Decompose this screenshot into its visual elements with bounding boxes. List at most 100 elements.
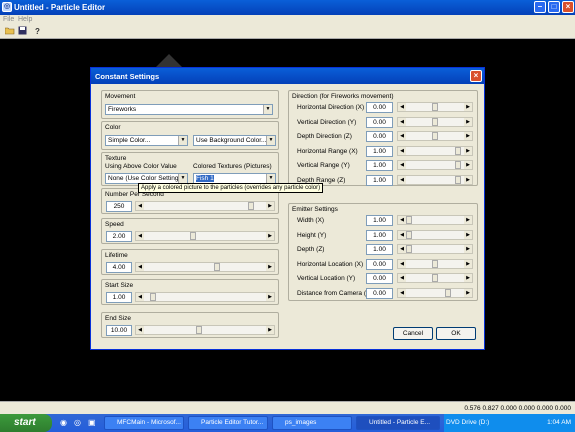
help-icon[interactable]: ?	[32, 26, 43, 37]
save-icon[interactable]	[17, 26, 28, 37]
cancel-button[interactable]: Cancel	[393, 327, 433, 340]
arrow-right-icon[interactable]: ▶	[464, 288, 472, 297]
slider-thumb[interactable]	[455, 175, 462, 184]
slider-thumb[interactable]	[432, 117, 438, 126]
slider-thumb[interactable]	[196, 326, 203, 334]
direction-row-slider[interactable]: ◀ ▶	[397, 174, 473, 185]
lifetime-slider[interactable]: ◀ ▶	[135, 262, 275, 272]
emitter-row-field[interactable]: 1.00	[366, 215, 393, 226]
quick-launch-icon[interactable]: ◉	[60, 418, 67, 427]
arrow-left-icon[interactable]: ◀	[136, 202, 144, 210]
dialog-close-button[interactable]: ×	[470, 70, 482, 82]
emitter-row-slider[interactable]: ◀ ▶	[397, 244, 473, 254]
emitter-row-slider[interactable]: ◀ ▶	[397, 215, 473, 225]
emitter-row-field[interactable]: 1.00	[366, 244, 393, 255]
arrow-right-icon[interactable]: ▶	[464, 117, 472, 126]
taskbar-item[interactable]: MFCMain - Microsof...	[104, 416, 184, 430]
end-size-slider[interactable]: ◀ ▶	[135, 325, 275, 335]
arrow-left-icon[interactable]: ◀	[136, 326, 144, 334]
arrow-left-icon[interactable]: ◀	[136, 232, 144, 240]
direction-row-field[interactable]: 0.00	[366, 116, 393, 128]
end-size-field[interactable]: 10.00	[106, 325, 132, 336]
color-select[interactable]: Simple Color... ▼	[105, 135, 188, 146]
lifetime-field[interactable]: 4.00	[106, 262, 132, 273]
quick-launch-icon[interactable]: ▣	[88, 418, 96, 427]
minimize-button[interactable]: –	[534, 1, 546, 13]
arrow-right-icon[interactable]: ▶	[464, 161, 472, 169]
slider-thumb[interactable]	[455, 146, 462, 155]
slider-thumb[interactable]	[190, 232, 197, 240]
slider-thumb[interactable]	[432, 259, 438, 268]
arrow-right-icon[interactable]: ▶	[464, 274, 472, 282]
arrow-left-icon[interactable]: ◀	[398, 132, 406, 140]
arrow-left-icon[interactable]: ◀	[398, 146, 406, 155]
slider-thumb[interactable]	[432, 132, 438, 140]
open-icon[interactable]	[4, 26, 15, 37]
direction-row-slider[interactable]: ◀ ▶	[397, 131, 473, 141]
arrow-right-icon[interactable]: ▶	[464, 259, 472, 268]
emitter-row-field[interactable]: 0.00	[366, 273, 393, 284]
emitter-row-field[interactable]: 0.00	[366, 287, 393, 299]
speed-slider[interactable]: ◀ ▶	[135, 231, 275, 241]
arrow-right-icon[interactable]: ▶	[464, 132, 472, 140]
start-button[interactable]: start	[0, 414, 52, 432]
direction-row-field[interactable]: 1.00	[366, 174, 393, 186]
emitter-row-slider[interactable]: ◀ ▶	[397, 273, 473, 283]
slider-thumb[interactable]	[455, 161, 462, 169]
taskbar-item[interactable]: ps_images	[272, 416, 352, 430]
slider-thumb[interactable]	[406, 245, 412, 253]
arrow-right-icon[interactable]: ▶	[464, 230, 472, 239]
arrow-right-icon[interactable]: ▶	[266, 293, 274, 301]
arrow-left-icon[interactable]: ◀	[136, 263, 144, 271]
start-size-field[interactable]: 1.00	[106, 292, 132, 303]
arrow-left-icon[interactable]: ◀	[398, 245, 406, 253]
direction-row-field[interactable]: 1.00	[366, 160, 393, 171]
maximize-button[interactable]: □	[548, 1, 560, 13]
arrow-right-icon[interactable]: ▶	[464, 175, 472, 184]
direction-row-slider[interactable]: ◀ ▶	[397, 116, 473, 127]
arrow-left-icon[interactable]: ◀	[398, 230, 406, 239]
slider-thumb[interactable]	[432, 103, 438, 111]
slider-thumb[interactable]	[149, 293, 156, 301]
menu-help[interactable]: Help	[18, 16, 32, 23]
arrow-left-icon[interactable]: ◀	[398, 216, 406, 224]
slider-thumb[interactable]	[432, 274, 438, 282]
direction-row-slider[interactable]: ◀ ▶	[397, 145, 473, 156]
arrow-left-icon[interactable]: ◀	[136, 293, 144, 301]
arrow-right-icon[interactable]: ▶	[266, 202, 274, 210]
arrow-left-icon[interactable]: ◀	[398, 103, 406, 111]
taskbar-item-active[interactable]: Untitled - Particle E...	[356, 416, 440, 430]
arrow-right-icon[interactable]: ▶	[464, 245, 472, 253]
quick-launch-icon[interactable]: ◎	[74, 418, 81, 427]
emitter-row-slider[interactable]: ◀ ▶	[397, 229, 473, 240]
emitter-row-field[interactable]: 1.00	[366, 229, 393, 241]
direction-row-slider[interactable]: ◀ ▶	[397, 160, 473, 170]
arrow-left-icon[interactable]: ◀	[398, 175, 406, 184]
slider-thumb[interactable]	[406, 216, 412, 224]
arrow-left-icon[interactable]: ◀	[398, 288, 406, 297]
slider-thumb[interactable]	[248, 202, 255, 210]
arrow-left-icon[interactable]: ◀	[398, 274, 406, 282]
arrow-right-icon[interactable]: ▶	[464, 216, 472, 224]
number-per-second-field[interactable]: 250	[106, 201, 132, 212]
movement-select[interactable]: Fireworks ▼	[105, 104, 273, 115]
emitter-row-slider[interactable]: ◀ ▶	[397, 258, 473, 269]
arrow-left-icon[interactable]: ◀	[398, 117, 406, 126]
direction-row-field[interactable]: 1.00	[366, 145, 393, 157]
emitter-row-field[interactable]: 0.00	[366, 258, 393, 270]
arrow-right-icon[interactable]: ▶	[464, 146, 472, 155]
ok-button[interactable]: OK	[436, 327, 476, 340]
menu-file[interactable]: File	[3, 16, 14, 23]
background-color-select[interactable]: Use Background Color... ▼	[193, 135, 276, 146]
arrow-left-icon[interactable]: ◀	[398, 259, 406, 268]
arrow-left-icon[interactable]: ◀	[398, 161, 406, 169]
number-per-second-slider[interactable]: ◀ ▶	[135, 201, 275, 211]
arrow-right-icon[interactable]: ▶	[266, 263, 274, 271]
arrow-right-icon[interactable]: ▶	[266, 326, 274, 334]
emitter-row-slider[interactable]: ◀ ▶	[397, 287, 473, 298]
direction-row-field[interactable]: 0.00	[366, 131, 393, 142]
slider-thumb[interactable]	[445, 288, 451, 297]
arrow-right-icon[interactable]: ▶	[266, 232, 274, 240]
arrow-right-icon[interactable]: ▶	[464, 103, 472, 111]
direction-row-field[interactable]: 0.00	[366, 102, 393, 113]
